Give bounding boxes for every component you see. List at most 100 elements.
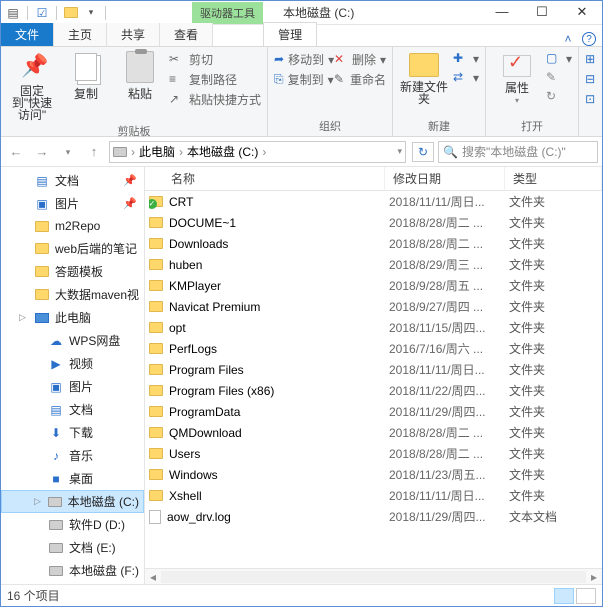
sidebar-item[interactable]: 本地磁盘 (F:) bbox=[1, 559, 144, 582]
tab-file[interactable]: 文件 bbox=[1, 23, 54, 46]
recent-dropdown[interactable]: ▾ bbox=[57, 141, 79, 163]
sidebar-item[interactable]: 软件D (D:) bbox=[1, 513, 144, 536]
table-row[interactable]: KMPlayer2018/9/28/周五 ...文件夹 bbox=[145, 275, 602, 296]
column-headers: 名称 修改日期 类型 bbox=[145, 167, 602, 191]
history-button[interactable]: ↻ bbox=[546, 89, 572, 105]
table-row[interactable]: Program Files2018/11/11/周日...文件夹 bbox=[145, 359, 602, 380]
move-to-button[interactable]: ➦移动到 ▾ bbox=[274, 51, 330, 68]
copy-button[interactable]: 复制 bbox=[61, 49, 111, 102]
forward-button[interactable]: → bbox=[31, 141, 53, 163]
table-row[interactable]: Windows2018/11/23/周五...文件夹 bbox=[145, 464, 602, 485]
select-all-button[interactable]: ⊞全部选择 bbox=[585, 51, 603, 68]
sidebar-item[interactable]: 答题模板 bbox=[1, 260, 144, 283]
sidebar-item[interactable]: ▣图片 bbox=[1, 375, 144, 398]
scroll-track[interactable] bbox=[161, 571, 586, 583]
tab-home[interactable]: 主页 bbox=[54, 23, 107, 46]
sidebar[interactable]: ▤文档📌▣图片📌m2Repoweb后端的笔记答题模板大数据maven视▷此电脑☁… bbox=[1, 167, 145, 584]
table-row[interactable]: Program Files (x86)2018/11/22/周四...文件夹 bbox=[145, 380, 602, 401]
paste-button[interactable]: 粘贴 bbox=[115, 49, 165, 102]
table-row[interactable]: Xshell2018/11/11/周日...文件夹 bbox=[145, 485, 602, 506]
sidebar-item[interactable]: ▶视频 bbox=[1, 352, 144, 375]
up-button[interactable]: ↑ bbox=[83, 141, 105, 163]
file-name: opt bbox=[169, 321, 186, 335]
table-row[interactable]: huben2018/8/29/周三 ...文件夹 bbox=[145, 254, 602, 275]
column-date[interactable]: 修改日期 bbox=[385, 167, 505, 190]
sidebar-item[interactable]: ▣图片📌 bbox=[1, 192, 144, 215]
maximize-button[interactable]: ☐ bbox=[522, 1, 562, 25]
icons-view-button[interactable] bbox=[576, 588, 596, 604]
properties-icon[interactable]: ☑ bbox=[34, 5, 50, 21]
qat-dropdown-icon[interactable]: ▾ bbox=[83, 5, 99, 21]
file-type: 文件夹 bbox=[509, 256, 602, 273]
sidebar-item[interactable]: ▤文档 bbox=[1, 398, 144, 421]
open-button[interactable]: ▢▾ bbox=[546, 51, 572, 67]
new-folder-button[interactable]: 新建文件夹 bbox=[399, 49, 449, 105]
table-row[interactable]: ProgramData2018/11/29/周四...文件夹 bbox=[145, 401, 602, 422]
expand-icon[interactable]: ▷ bbox=[34, 496, 43, 507]
table-row[interactable]: DOCUME~12018/8/28/周二 ...文件夹 bbox=[145, 212, 602, 233]
table-row[interactable]: PerfLogs2016/7/16/周六 ...文件夹 bbox=[145, 338, 602, 359]
tab-share[interactable]: 共享 bbox=[107, 23, 160, 46]
sidebar-item[interactable]: ▷本地磁盘 (C:) bbox=[1, 490, 144, 513]
table-row[interactable]: Users2018/8/28/周二 ...文件夹 bbox=[145, 443, 602, 464]
sidebar-item[interactable]: ♪音乐 bbox=[1, 444, 144, 467]
easy-access-button[interactable]: ⇄▾ bbox=[453, 70, 479, 86]
table-row[interactable]: opt2018/11/15/周四...文件夹 bbox=[145, 317, 602, 338]
table-row[interactable]: aow_drv.log2018/11/29/周四...文本文档 bbox=[145, 506, 602, 527]
invert-selection-button[interactable]: ⊡反向选择 bbox=[585, 91, 603, 108]
collapse-ribbon-icon[interactable]: ˄ bbox=[560, 32, 576, 46]
details-view-button[interactable] bbox=[554, 588, 574, 604]
select-none-button[interactable]: ⊟全部取消 bbox=[585, 71, 603, 88]
copy-to-button[interactable]: ⎘复制到 ▾ bbox=[274, 71, 330, 88]
column-name[interactable]: 名称 bbox=[145, 167, 385, 190]
folder-icon bbox=[149, 448, 163, 459]
column-type[interactable]: 类型 bbox=[505, 167, 602, 190]
addr-dropdown-icon[interactable]: ▾ bbox=[397, 146, 402, 157]
paste-shortcut-button[interactable]: ↗粘贴快捷方式 bbox=[169, 91, 261, 108]
search-input[interactable]: 🔍 搜索"本地磁盘 (C:)" bbox=[438, 141, 598, 163]
breadcrumb[interactable]: › 此电脑 › 本地磁盘 (C:) › ▾ bbox=[109, 141, 406, 163]
table-row[interactable]: Navicat Premium2018/9/27/周四 ...文件夹 bbox=[145, 296, 602, 317]
new-item-button[interactable]: ✚▾ bbox=[453, 51, 479, 67]
sidebar-item[interactable]: 大数据maven视 bbox=[1, 283, 144, 306]
crumb-pc[interactable]: 此电脑 bbox=[139, 143, 175, 160]
crumb-drive[interactable]: 本地磁盘 (C:) bbox=[187, 143, 258, 160]
scroll-right-icon[interactable]: ▸ bbox=[586, 570, 602, 584]
back-button[interactable]: ← bbox=[5, 141, 27, 163]
chevron-icon[interactable]: › bbox=[177, 145, 185, 159]
scroll-left-icon[interactable]: ◂ bbox=[145, 570, 161, 584]
close-button[interactable]: ✕ bbox=[562, 1, 602, 25]
sidebar-item-label: 下载 bbox=[69, 424, 93, 441]
edit-button[interactable]: ✎ bbox=[546, 70, 572, 86]
refresh-button[interactable]: ↻ bbox=[412, 142, 434, 162]
sidebar-item[interactable]: ▷⊕网络 bbox=[1, 582, 144, 584]
help-icon[interactable]: ? bbox=[582, 32, 596, 46]
tab-view[interactable]: 查看 bbox=[160, 23, 213, 46]
delete-button[interactable]: ✕删除 ▾ bbox=[334, 51, 386, 68]
minimize-button[interactable]: — bbox=[482, 1, 522, 25]
rename-button[interactable]: ✎重命名 bbox=[334, 71, 386, 88]
sidebar-item[interactable]: web后端的笔记 bbox=[1, 237, 144, 260]
file-list[interactable]: CRT2018/11/11/周日...文件夹DOCUME~12018/8/28/… bbox=[145, 191, 602, 568]
pin-to-quick-access-button[interactable]: 📌 固定到"快速访问" bbox=[7, 49, 57, 121]
properties-button[interactable]: 属性▾ bbox=[492, 49, 542, 105]
horizontal-scrollbar[interactable]: ◂ ▸ bbox=[145, 568, 602, 584]
sidebar-item[interactable]: 文档 (E:) bbox=[1, 536, 144, 559]
expand-icon[interactable]: ▷ bbox=[19, 312, 29, 323]
sidebar-item[interactable]: m2Repo bbox=[1, 215, 144, 237]
sidebar-item-label: 图片 bbox=[55, 195, 79, 212]
chevron-icon[interactable]: › bbox=[129, 145, 137, 159]
copy-path-button[interactable]: ≡复制路径 bbox=[169, 71, 261, 88]
cut-button[interactable]: ✂剪切 bbox=[169, 51, 261, 68]
folder-icon[interactable] bbox=[63, 5, 79, 21]
table-row[interactable]: QMDownload2018/8/28/周二 ...文件夹 bbox=[145, 422, 602, 443]
sidebar-item[interactable]: ⬇下载 bbox=[1, 421, 144, 444]
tab-manage[interactable]: 管理 bbox=[263, 22, 317, 46]
sidebar-item[interactable]: ☁WPS网盘 bbox=[1, 329, 144, 352]
sidebar-item[interactable]: ▤文档📌 bbox=[1, 169, 144, 192]
sidebar-item[interactable]: ▷此电脑 bbox=[1, 306, 144, 329]
table-row[interactable]: Downloads2018/8/28/周二 ...文件夹 bbox=[145, 233, 602, 254]
chevron-icon[interactable]: › bbox=[260, 145, 268, 159]
sidebar-item[interactable]: ■桌面 bbox=[1, 467, 144, 490]
table-row[interactable]: CRT2018/11/11/周日...文件夹 bbox=[145, 191, 602, 212]
